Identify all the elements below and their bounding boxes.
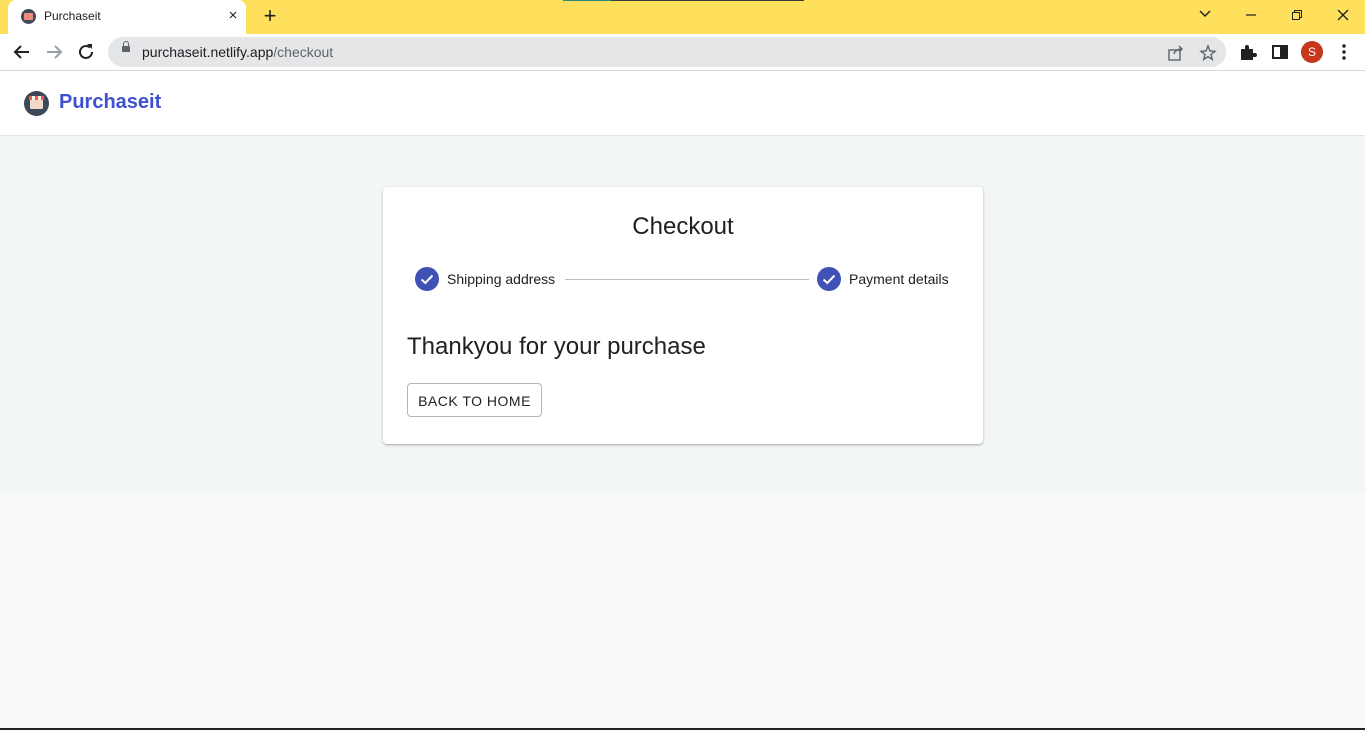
stepper-connector [565,279,809,280]
step-label-payment: Payment details [849,271,949,287]
minimize-button[interactable] [1238,5,1264,27]
new-tab-button[interactable]: + [259,5,281,28]
forward-button[interactable] [43,41,65,63]
tab-strip-accent [563,0,611,1]
extensions-icon[interactable] [1237,41,1259,63]
step-complete-icon [817,267,841,291]
browser-toolbar: purchaseit.netlify.app/checkout S [0,34,1365,70]
restore-button[interactable] [1284,5,1310,27]
back-to-home-button[interactable]: BACK TO HOME [407,383,542,417]
tab-close-icon[interactable]: × [225,8,241,24]
tab-search-button[interactable] [1192,5,1218,27]
share-icon[interactable] [1167,44,1185,62]
check-icon [822,274,836,285]
checkout-card: Checkout Shipping address Payment detail… [383,187,983,444]
arrow-left-icon [13,45,29,59]
step-complete-icon [415,267,439,291]
app-header: Purchaseit [0,71,1365,136]
url-path: /checkout [273,44,334,60]
restore-icon [1292,10,1302,20]
step-label-shipping: Shipping address [447,271,556,287]
browser-tab[interactable]: Purchaseit × [8,0,246,34]
store-logo-icon[interactable] [24,91,49,116]
tab-title: Purchaseit [44,9,101,23]
minimize-icon [1246,14,1256,16]
browser-tab-strip: Purchaseit × + [0,0,1365,34]
url-domain: purchaseit.netlify.app [142,44,274,60]
arrow-right-icon [47,45,63,59]
site-favicon-icon [21,9,36,24]
close-window-button[interactable] [1330,5,1356,27]
address-bar[interactable]: purchaseit.netlify.app/checkout [108,37,1226,67]
confirmation-message: Thankyou for your purchase [407,333,706,360]
check-icon [420,274,434,285]
url-text: purchaseit.netlify.app/checkout [142,44,333,60]
bookmark-star-icon[interactable] [1199,44,1217,62]
brand-name[interactable]: Purchaseit [59,91,161,114]
close-icon [1337,9,1349,21]
chevron-down-icon [1199,10,1211,18]
back-button[interactable] [11,41,33,63]
reload-icon [79,44,93,59]
page-title: Checkout [632,213,734,240]
profile-avatar[interactable]: S [1301,41,1323,63]
reload-button[interactable] [75,41,97,63]
lock-icon [122,41,130,52]
side-panel-icon[interactable] [1269,41,1291,63]
browser-menu-icon[interactable] [1333,41,1355,63]
tab-strip-accent [611,0,804,1]
